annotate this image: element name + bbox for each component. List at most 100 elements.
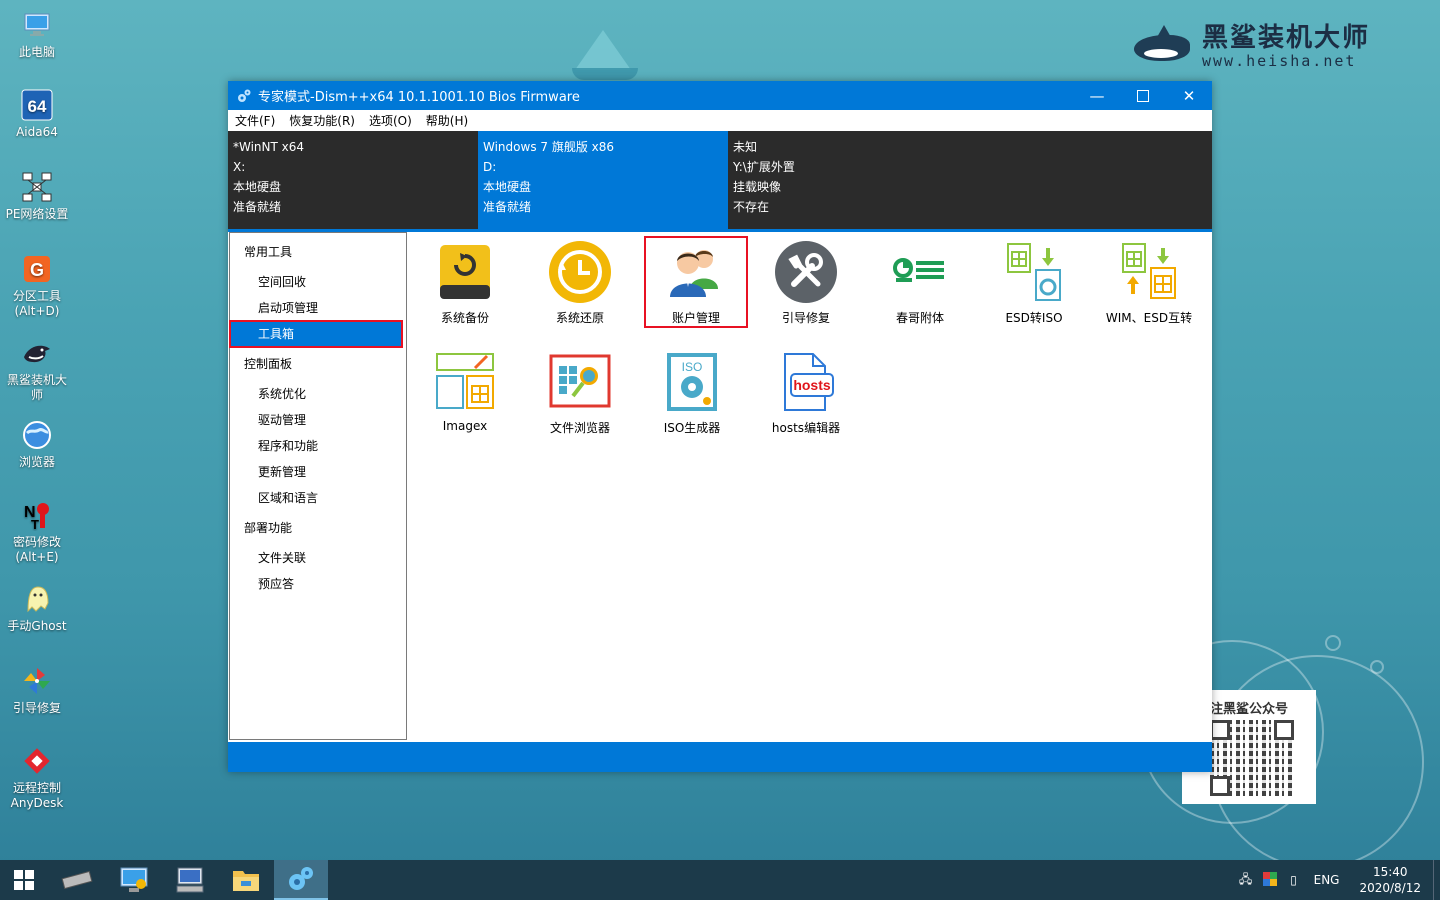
desktop-icon-aida64[interactable]: 64 Aida64 <box>4 88 70 140</box>
nav-item-toolbox[interactable]: 工具箱 <box>229 320 403 348</box>
menu-restore[interactable]: 恢复功能(R) <box>282 112 362 129</box>
tool-label: 文件浏览器 <box>549 421 610 435</box>
image-entry-unknown[interactable]: 未知 Y:\扩展外置 挂载映像 不存在 <box>728 131 1212 229</box>
tool-system-backup[interactable]: 系统备份 <box>413 236 517 328</box>
close-icon: ✕ <box>1182 86 1196 105</box>
taskbar-explorer[interactable] <box>218 860 274 900</box>
desktop-icon-this-pc[interactable]: 此电脑 <box>4 8 70 60</box>
tool-label: 系统还原 <box>555 311 604 325</box>
brand-logo: 黑鲨装机大师 www.heisha.net <box>1130 22 1370 72</box>
tool-label: ISO生成器 <box>663 421 721 435</box>
tool-chunge[interactable]: 春哥附体 <box>868 236 972 328</box>
image-status: 准备就绪 <box>233 200 282 214</box>
nav-group-control-panel[interactable]: 控制面板 <box>230 351 406 377</box>
nav-item-region-language[interactable]: 区域和语言 <box>230 485 406 511</box>
menu-file[interactable]: 文件(F) <box>228 112 282 129</box>
taskbar-dism[interactable] <box>274 860 328 900</box>
desktop-icon-ghost[interactable]: 手动Ghost <box>4 582 70 634</box>
brand-name: 黑鲨装机大师 <box>1202 23 1371 53</box>
menu-bar: 文件(F) 恢复功能(R) 选项(O) 帮助(H) <box>228 110 1212 131</box>
nav-item-drivers[interactable]: 驱动管理 <box>230 407 406 433</box>
taskbar-remote[interactable] <box>162 860 218 900</box>
desktop-icon-browser[interactable]: 浏览器 <box>4 418 70 470</box>
tool-iso-generator[interactable]: ISO ISO生成器 <box>640 346 744 438</box>
nav-item-unattend[interactable]: 预应答 <box>230 571 406 597</box>
desktop-icon-label: 引导修复 <box>12 701 61 715</box>
title-bar[interactable]: 专家模式-Dism++x64 10.1.1001.10 Bios Firmwar… <box>228 81 1212 110</box>
image-name: 未知 <box>733 140 758 154</box>
chunge-icon <box>887 239 953 305</box>
desktop-icon-partition-tool[interactable]: G 分区工具 (Alt+D) <box>4 252 70 319</box>
image-entry-windows7[interactable]: Windows 7 旗舰版 x86 D: 本地硬盘 准备就绪 <box>478 131 728 229</box>
usb-tray-icon[interactable]: ▯ <box>1282 873 1306 887</box>
taskbar-network[interactable] <box>106 860 162 900</box>
maximize-button[interactable] <box>1120 81 1166 110</box>
wrench-screwdriver-icon <box>773 239 839 305</box>
show-desktop-button[interactable] <box>1433 860 1440 900</box>
image-type: 本地硬盘 <box>483 180 532 194</box>
close-button[interactable]: ✕ <box>1166 81 1212 110</box>
tool-boot-repair[interactable]: 引导修复 <box>754 236 858 328</box>
svg-text:G: G <box>30 260 44 280</box>
nav-group-common-tools[interactable]: 常用工具 <box>230 239 406 265</box>
desktop-icon-password[interactable]: NT 密码修改 (Alt+E) <box>4 498 70 565</box>
sidebar-nav: 常用工具 空间回收 启动项管理 工具箱 控制面板 系统优化 驱动管理 程序和功能… <box>229 232 407 740</box>
taskbar-memory[interactable] <box>48 860 106 900</box>
esd-iso-convert-icon <box>1001 239 1067 305</box>
tool-label: 系统备份 <box>440 311 489 325</box>
nav-item-system-optimize[interactable]: 系统优化 <box>230 381 406 407</box>
nav-item-programs[interactable]: 程序和功能 <box>230 433 406 459</box>
image-status: 准备就绪 <box>483 200 532 214</box>
tool-hosts-editor[interactable]: hosts hosts编辑器 <box>754 346 858 438</box>
tool-wim-esd-convert[interactable]: WIM、ESD互转 <box>1097 236 1201 328</box>
tool-account-management[interactable]: 账户管理 <box>644 236 748 328</box>
image-status: 不存在 <box>733 200 770 214</box>
dism-window: 专家模式-Dism++x64 10.1.1001.10 Bios Firmwar… <box>228 81 1212 772</box>
menu-options[interactable]: 选项(O) <box>362 112 419 129</box>
remote-desktop-icon <box>176 867 204 893</box>
image-drive: D: <box>483 160 497 174</box>
desktop-icon-anydesk[interactable]: 远程控制 AnyDesk <box>4 744 70 811</box>
desktop-icon-heisha[interactable]: 黑鲨装机大师 <box>4 336 70 403</box>
menu-help[interactable]: 帮助(H) <box>419 112 475 129</box>
network-icon <box>20 170 54 204</box>
tool-label: hosts编辑器 <box>771 421 841 435</box>
gear-icon <box>238 89 251 102</box>
network-settings-icon <box>120 867 148 892</box>
tool-file-browser[interactable]: 文件浏览器 <box>528 346 632 438</box>
nav-item-file-association[interactable]: 文件关联 <box>230 545 406 571</box>
nav-group-deployment[interactable]: 部署功能 <box>230 515 406 541</box>
start-button[interactable] <box>0 860 48 900</box>
nav-item-space-cleanup[interactable]: 空间回收 <box>230 269 406 295</box>
display-tray-icon[interactable] <box>1258 871 1282 889</box>
language-indicator[interactable]: ENG <box>1306 873 1348 887</box>
image-entry-winnt[interactable]: *WinNT x64 X: 本地硬盘 准备就绪 <box>228 131 478 229</box>
nav-item-startup[interactable]: 启动项管理 <box>230 295 406 321</box>
desktop-icon-label: 分区工具 (Alt+D) <box>12 289 61 318</box>
clock-time: 15:40 <box>1372 865 1408 879</box>
desktop-icon-label: 黑鲨装机大师 <box>6 373 67 402</box>
status-bar <box>228 742 1212 772</box>
network-tray-icon[interactable]: 🖧 <box>1234 870 1258 891</box>
desktop-icon-pe-network[interactable]: PE网络设置 <box>4 170 70 222</box>
desktop-icon-boot-repair[interactable]: 引导修复 <box>4 664 70 716</box>
minimize-button[interactable]: — <box>1074 81 1120 110</box>
backup-drive-icon <box>432 239 498 305</box>
nav-item-updates[interactable]: 更新管理 <box>230 459 406 485</box>
wim-esd-convert-icon <box>1116 239 1182 305</box>
tool-system-restore[interactable]: 系统还原 <box>528 236 632 328</box>
desktop-icon-label: PE网络设置 <box>5 207 69 221</box>
tool-imagex[interactable]: Imagex <box>413 346 517 438</box>
imagex-icon <box>432 349 498 415</box>
desktop-icon-label: 远程控制 AnyDesk <box>10 781 64 810</box>
tool-esd-to-iso[interactable]: ESD转ISO <box>982 236 1086 328</box>
iso-generator-icon: ISO <box>659 349 725 415</box>
file-browser-icon <box>547 349 613 415</box>
image-name: *WinNT x64 <box>233 140 305 154</box>
clock-restore-icon <box>547 239 613 305</box>
tool-label: 引导修复 <box>781 311 830 325</box>
clock[interactable]: 15:40 2020/8/12 <box>1347 864 1433 896</box>
desktop-sail-decoration <box>575 30 631 70</box>
tool-label: Imagex <box>442 419 488 433</box>
bubble-decoration <box>1370 660 1384 674</box>
